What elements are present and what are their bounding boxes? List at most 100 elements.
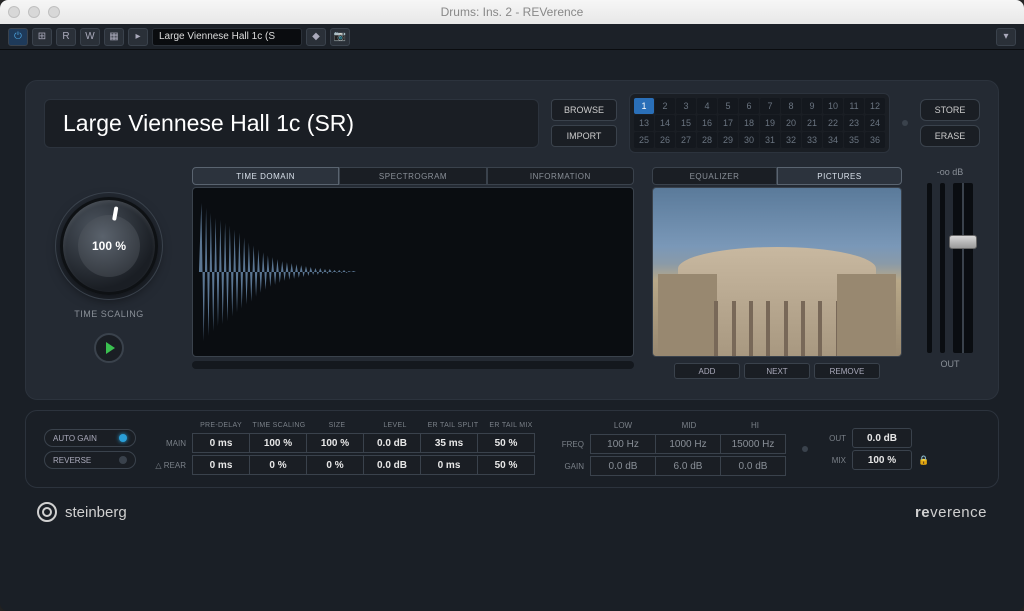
eq-gain-0[interactable]: 0.0 dB <box>590 456 656 476</box>
preset-slot-14[interactable]: 14 <box>655 115 675 131</box>
preset-slot-33[interactable]: 33 <box>802 132 822 148</box>
preset-slot-11[interactable]: 11 <box>844 98 864 114</box>
preset-slot-8[interactable]: 8 <box>781 98 801 114</box>
read-automation-button[interactable]: R <box>56 28 76 46</box>
picture-add-button[interactable]: ADD <box>674 363 740 379</box>
param-rear-5[interactable]: 50 % <box>477 455 535 475</box>
preset-slot-6[interactable]: 6 <box>739 98 759 114</box>
preset-slot-16[interactable]: 16 <box>697 115 717 131</box>
preset-slot-22[interactable]: 22 <box>823 115 843 131</box>
param-rear-0[interactable]: 0 ms <box>192 455 250 475</box>
preset-slot-10[interactable]: 10 <box>823 98 843 114</box>
waveform-scrollbar[interactable] <box>192 361 634 369</box>
param-main-1[interactable]: 100 % <box>249 433 307 453</box>
bypass-button[interactable]: ⏻ <box>8 28 28 46</box>
param-rear-4[interactable]: 0 ms <box>420 455 478 475</box>
browse-button[interactable]: BROWSE <box>551 99 617 121</box>
preset-slot-24[interactable]: 24 <box>865 115 885 131</box>
preset-slot-32[interactable]: 32 <box>781 132 801 148</box>
preset-slot-36[interactable]: 36 <box>865 132 885 148</box>
param-main-4[interactable]: 35 ms <box>420 433 478 453</box>
reverse-toggle[interactable]: REVERSE <box>44 451 136 469</box>
preset-name-display: Large Viennese Hall 1c (SR) <box>44 99 539 148</box>
freq-cells: 100 Hz1000 Hz15000 Hz <box>590 434 785 454</box>
preset-menu-icon[interactable]: ◆ <box>306 28 326 46</box>
preset-slot-9[interactable]: 9 <box>802 98 822 114</box>
eq-gain-2[interactable]: 0.0 dB <box>720 456 786 476</box>
preset-slot-13[interactable]: 13 <box>634 115 654 131</box>
toolbar-menu-icon[interactable]: ▾ <box>996 28 1016 46</box>
preset-slot-12[interactable]: 12 <box>865 98 885 114</box>
time-scaling-knob[interactable]: 100 % <box>60 197 158 295</box>
tab-pictures[interactable]: PICTURES <box>777 167 902 185</box>
param-rear-2[interactable]: 0 % <box>306 455 364 475</box>
preset-slot-1[interactable]: 1 <box>634 98 654 114</box>
snapshot-icon[interactable]: 📷 <box>330 28 350 46</box>
preset-slot-29[interactable]: 29 <box>718 132 738 148</box>
fader-handle[interactable] <box>949 235 977 249</box>
param-main-3[interactable]: 0.0 dB <box>363 433 421 453</box>
preset-slot-2[interactable]: 2 <box>655 98 675 114</box>
eq-row-freq: FREQ 100 Hz1000 Hz15000 Hz <box>554 433 788 455</box>
eq-freq-0[interactable]: 100 Hz <box>590 434 656 454</box>
auto-gain-toggle[interactable]: AUTO GAIN <box>44 429 136 447</box>
store-erase-group: STORE ERASE <box>920 99 980 147</box>
mix-value[interactable]: 100 % <box>852 450 912 470</box>
mac-titlebar: Drums: Ins. 2 - REVerence <box>0 0 1024 24</box>
store-button[interactable]: STORE <box>920 99 980 121</box>
tab-information[interactable]: INFORMATION <box>487 167 634 185</box>
preset-slot-34[interactable]: 34 <box>823 132 843 148</box>
lower-panel: AUTO GAIN REVERSE PRE-DELAYTIME SCALINGS… <box>25 410 999 488</box>
rear-row-label: △ REAR <box>150 461 192 470</box>
toolbar-btn-4[interactable]: ▸ <box>128 28 148 46</box>
preset-slot-4[interactable]: 4 <box>697 98 717 114</box>
out-row: OUT 0.0 dB <box>822 428 928 448</box>
erase-button[interactable]: ERASE <box>920 125 980 147</box>
mix-row: MIX 100 % 🔒 <box>822 450 928 470</box>
preset-slot-26[interactable]: 26 <box>655 132 675 148</box>
preset-slot-19[interactable]: 19 <box>760 115 780 131</box>
toolbar-btn-1[interactable]: ⊞ <box>32 28 52 46</box>
eq-gain-1[interactable]: 6.0 dB <box>655 456 721 476</box>
mix-lock-icon[interactable]: 🔒 <box>918 455 928 466</box>
picture-remove-button[interactable]: REMOVE <box>814 363 880 379</box>
reverse-label: REVERSE <box>53 456 91 465</box>
param-rear-3[interactable]: 0.0 dB <box>363 455 421 475</box>
preset-slot-31[interactable]: 31 <box>760 132 780 148</box>
preset-slot-30[interactable]: 30 <box>739 132 759 148</box>
import-button[interactable]: IMPORT <box>551 125 617 147</box>
out-value[interactable]: 0.0 dB <box>852 428 912 448</box>
tab-spectrogram[interactable]: SPECTROGRAM <box>339 167 486 185</box>
plugin-window: Drums: Ins. 2 - REVerence ⏻ ⊞ R W ▦ ▸ La… <box>0 0 1024 611</box>
output-fader[interactable] <box>953 183 973 353</box>
param-row-rear: △ REAR 0 ms0 %0 %0.0 dB0 ms50 % <box>150 454 540 476</box>
param-rear-1[interactable]: 0 % <box>249 455 307 475</box>
play-button[interactable] <box>94 333 124 363</box>
preset-slot-7[interactable]: 7 <box>760 98 780 114</box>
rear-cells: 0 ms0 %0 %0.0 dB0 ms50 % <box>192 455 534 475</box>
preset-slot-3[interactable]: 3 <box>676 98 696 114</box>
preset-slot-20[interactable]: 20 <box>781 115 801 131</box>
param-main-2[interactable]: 100 % <box>306 433 364 453</box>
toolbar-btn-ab[interactable]: ▦ <box>104 28 124 46</box>
preset-slot-23[interactable]: 23 <box>844 115 864 131</box>
preset-slot-25[interactable]: 25 <box>634 132 654 148</box>
param-main-0[interactable]: 0 ms <box>192 433 250 453</box>
preset-selector[interactable]: Large Viennese Hall 1c (S <box>152 28 302 46</box>
write-automation-button[interactable]: W <box>80 28 100 46</box>
preset-slot-15[interactable]: 15 <box>676 115 696 131</box>
output-meter-r <box>940 183 945 353</box>
eq-freq-2[interactable]: 15000 Hz <box>720 434 786 454</box>
preset-slot-27[interactable]: 27 <box>676 132 696 148</box>
preset-slot-17[interactable]: 17 <box>718 115 738 131</box>
eq-freq-1[interactable]: 1000 Hz <box>655 434 721 454</box>
preset-slot-18[interactable]: 18 <box>739 115 759 131</box>
param-main-5[interactable]: 50 % <box>477 433 535 453</box>
preset-slot-28[interactable]: 28 <box>697 132 717 148</box>
preset-slot-35[interactable]: 35 <box>844 132 864 148</box>
tab-equalizer[interactable]: EQUALIZER <box>652 167 777 185</box>
preset-slot-5[interactable]: 5 <box>718 98 738 114</box>
picture-next-button[interactable]: NEXT <box>744 363 810 379</box>
tab-time-domain[interactable]: TIME DOMAIN <box>192 167 339 185</box>
preset-slot-21[interactable]: 21 <box>802 115 822 131</box>
